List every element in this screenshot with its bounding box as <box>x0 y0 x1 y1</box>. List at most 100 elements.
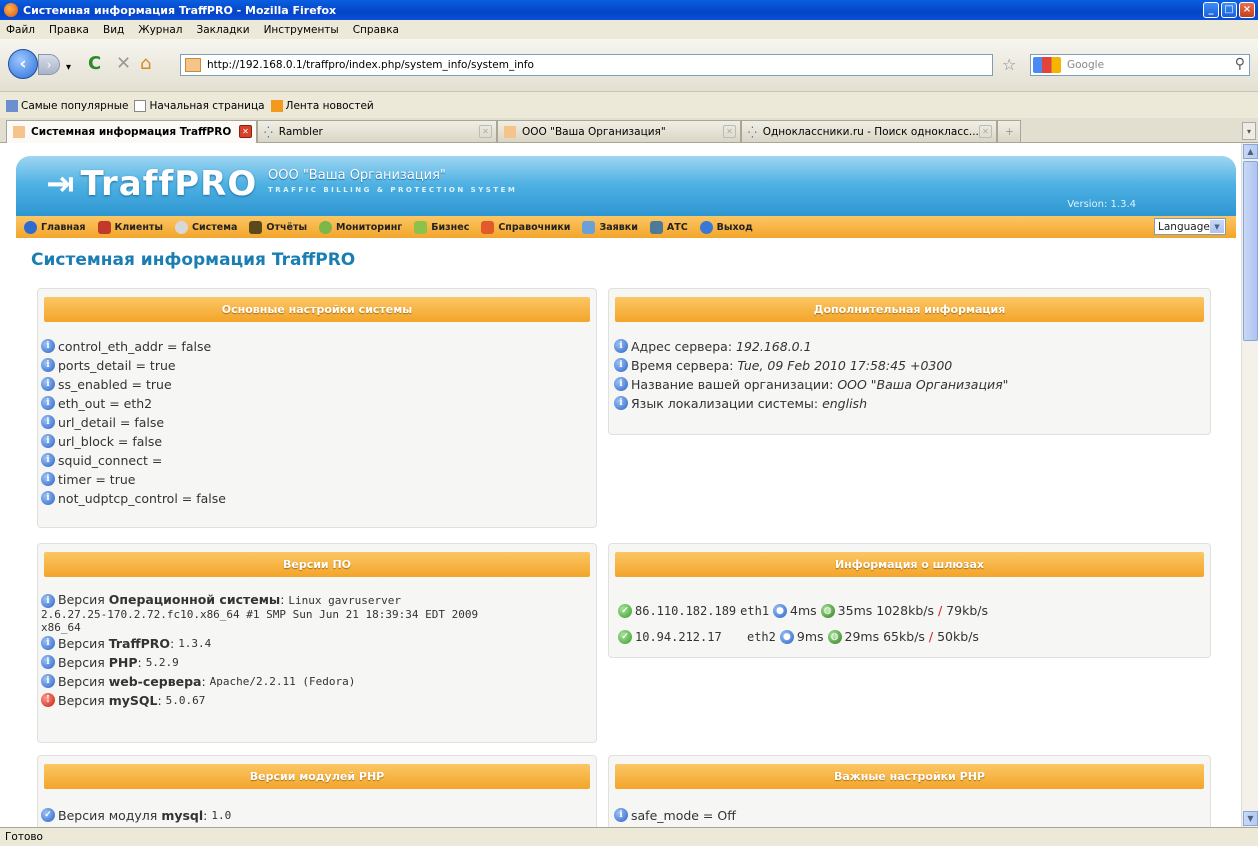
directory-icon <box>481 220 495 234</box>
tab-odnoklassniki[interactable]: ⁛ Одноклассники.ru - Поиск однокласс... … <box>741 120 997 142</box>
menu-tools[interactable]: Инструменты <box>264 24 339 36</box>
scroll-thumb[interactable] <box>1243 161 1258 341</box>
site-favicon-icon <box>185 58 201 72</box>
stop-icon[interactable]: ✕ <box>116 55 131 73</box>
nav-pbx[interactable]: АТС <box>649 220 688 234</box>
odnoklassniki-icon: ⁛ <box>748 125 757 139</box>
window-titlebar: Системная информация TraffPRO - Mozilla … <box>0 0 1258 20</box>
gateway-iface: eth2 <box>746 630 776 644</box>
menu-history[interactable]: Журнал <box>138 24 182 36</box>
nav-system[interactable]: Система <box>175 220 237 234</box>
nav-directories[interactable]: Справочники <box>481 220 570 234</box>
forward-button[interactable]: › <box>38 54 60 75</box>
bookmark-news-feed[interactable]: Лента новостей <box>270 99 374 112</box>
back-button[interactable]: ‹ <box>8 49 38 79</box>
nav-label: Главная <box>41 221 86 233</box>
power-icon <box>699 220 713 234</box>
tab-rambler[interactable]: ⁛ Rambler ✕ <box>257 120 497 142</box>
site-logo[interactable]: ⇥ TraffPRO <box>46 164 257 204</box>
tab-close-icon[interactable]: ✕ <box>479 125 492 138</box>
search-icon[interactable]: ⚲ <box>1235 56 1245 72</box>
gear-icon <box>175 220 188 234</box>
menu-help[interactable]: Справка <box>353 24 399 36</box>
menu-view[interactable]: Вид <box>103 24 124 36</box>
nav-business[interactable]: Бизнес <box>414 220 469 234</box>
scroll-up-icon[interactable]: ▲ <box>1243 144 1258 159</box>
bookmark-star-icon[interactable]: ☆ <box>1002 55 1016 74</box>
nav-label: Заявки <box>599 221 638 233</box>
version-value: 2.6.27.25-170.2.72.fc10.x86_64 #1 SMP Su… <box>41 608 479 621</box>
logo-text: TraffPRO <box>80 164 258 204</box>
menu-edit[interactable]: Правка <box>49 24 89 36</box>
nav-requests[interactable]: Заявки <box>582 220 638 234</box>
tab-close-icon[interactable]: ✕ <box>979 125 992 138</box>
info-icon: i <box>41 415 55 429</box>
menu-file[interactable]: Файл <box>6 24 35 36</box>
tab-close-icon[interactable]: ✕ <box>723 125 736 138</box>
url-bar[interactable]: http://192.168.0.1/traffpro/index.php/sy… <box>180 54 993 76</box>
home-icon[interactable]: ⌂ <box>140 55 151 73</box>
minimize-button[interactable]: _ <box>1203 2 1219 18</box>
nav-logout[interactable]: Выход <box>699 220 753 234</box>
ping-local-icon: ● <box>773 604 788 618</box>
vertical-scrollbar[interactable]: ▲ ▼ <box>1241 143 1258 827</box>
maximize-button[interactable]: □ <box>1221 2 1237 18</box>
panel-title: Основные настройки системы <box>44 297 590 322</box>
version-prefix: Версия <box>58 693 105 708</box>
list-item: i ports_detail = true <box>41 356 226 375</box>
settings-list: i control_eth_addr = false i ports_detail … <box>41 337 226 508</box>
speed-in-value: 1028kb/s <box>876 603 934 618</box>
globe-icon: ◍ <box>827 630 842 644</box>
version-value: Linux gavruserver <box>288 594 402 607</box>
nav-monitoring[interactable]: Мониторинг <box>319 220 402 234</box>
search-input[interactable]: Google ⚲ <box>1030 54 1250 76</box>
tab-system-info[interactable]: Системная информация TraffPRO ✕ <box>6 120 257 143</box>
version-value: 1.3.4 <box>178 637 212 650</box>
panel-gateways: Информация о шлюзах ✓ 86.110.182.189 eth… <box>608 543 1211 658</box>
status-ok-icon: ✓ <box>618 630 632 644</box>
tab-list-button[interactable]: ▾ <box>1242 122 1256 140</box>
gateway-ip: 10.94.212.17 <box>635 630 722 644</box>
nav-reports[interactable]: Отчёты <box>249 220 307 234</box>
tab-favicon-icon <box>504 125 516 138</box>
ping-ext-value: 29ms <box>844 629 880 644</box>
version-prefix: Версия <box>58 592 105 607</box>
version-prefix: Версия <box>58 636 105 651</box>
menu-bookmarks[interactable]: Закладки <box>196 24 249 36</box>
setting-text: url_block = false <box>58 434 163 449</box>
version-prefix: Версия <box>58 655 105 670</box>
bookmark-popular[interactable]: Самые популярные <box>6 99 128 112</box>
version-name: TraffPRO <box>108 636 170 651</box>
info-icon: i <box>41 472 55 486</box>
status-text: Готово <box>5 831 43 843</box>
google-icon <box>1033 57 1061 73</box>
bookmark-start-page[interactable]: Начальная страница <box>134 99 265 112</box>
nav-clients[interactable]: Клиенты <box>97 220 163 234</box>
page-viewport: ⇥ TraffPRO ООО "Ваша Организация" TRAFFI… <box>0 143 1241 827</box>
info-icon: i <box>614 808 628 822</box>
gateway-iface: eth1 <box>740 604 770 618</box>
url-text: http://192.168.0.1/traffpro/index.php/sy… <box>207 59 534 71</box>
language-select[interactable]: Language ▼ <box>1154 218 1226 235</box>
navigation-toolbar: ‹ › ▾ C ✕ ⌂ http://192.168.0.1/traffpro/… <box>0 39 1258 92</box>
scroll-down-icon[interactable]: ▼ <box>1243 811 1258 826</box>
panel-title: Информация о шлюзах <box>615 552 1204 577</box>
tab-close-icon[interactable]: ✕ <box>239 125 252 138</box>
gateway-ip: 86.110.182.189 <box>635 604 737 618</box>
reload-icon[interactable]: C <box>88 55 101 73</box>
php-settings-list: i safe_mode = Off <box>614 806 736 825</box>
speed-out-value: 50kb/s <box>937 629 979 644</box>
info-icon: i <box>614 396 628 410</box>
new-tab-button[interactable]: + <box>997 120 1021 142</box>
nav-home[interactable]: Главная <box>24 220 86 234</box>
traffic-light-icon <box>249 220 263 234</box>
close-button[interactable]: × <box>1239 2 1255 18</box>
tab-organization[interactable]: ООО "Ваша Организация" ✕ <box>497 120 741 142</box>
info-label: Название вашей организации: <box>631 377 834 392</box>
list-item: i url_detail = false <box>41 413 226 432</box>
tab-label: Одноклассники.ru - Поиск однокласс... <box>762 125 979 138</box>
list-item: i Название вашей организации: ООО "Ваша О… <box>614 375 1008 394</box>
info-label: Адрес сервера: <box>631 339 733 354</box>
version-value: Apache/2.2.11 (Fedora) <box>209 675 356 688</box>
history-dropdown-icon[interactable]: ▾ <box>66 59 71 77</box>
